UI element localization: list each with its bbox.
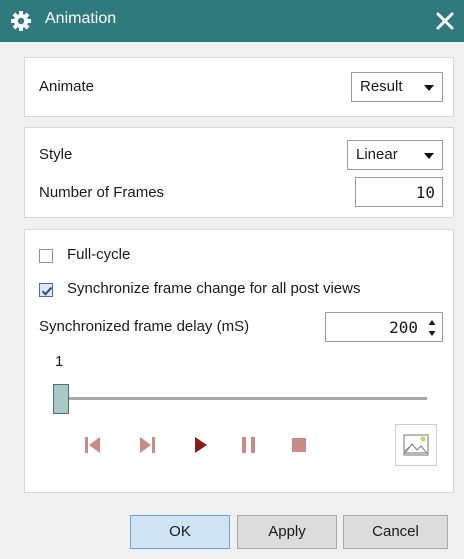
spin-arrows-icon[interactable] (428, 319, 436, 337)
frames-input[interactable]: 10 (355, 177, 443, 207)
delay-label: Synchronized frame delay (mS) (39, 318, 250, 335)
play-icon[interactable] (191, 434, 211, 456)
frames-input-value: 10 (415, 183, 435, 202)
gear-icon (11, 11, 31, 31)
close-icon[interactable] (432, 8, 458, 34)
next-frame-icon[interactable] (137, 434, 157, 456)
style-label: Style (39, 146, 73, 163)
stop-icon[interactable] (289, 434, 309, 456)
style-select-value: Linear (356, 146, 398, 163)
dialog-titlebar: Animation (0, 0, 464, 42)
full-cycle-checkbox[interactable] (39, 249, 53, 263)
chevron-down-icon (424, 85, 434, 91)
ok-button[interactable]: OK (130, 515, 230, 549)
first-frame-icon[interactable] (83, 434, 103, 456)
frame-slider-thumb[interactable] (53, 384, 69, 414)
apply-button[interactable]: Apply (237, 515, 337, 549)
animate-select[interactable]: Result (351, 72, 443, 102)
frame-slider-track[interactable] (63, 397, 427, 400)
style-panel: Style Linear Number of Frames 10 (24, 127, 454, 218)
playback-panel: Full-cycle Synchronize frame change for … (24, 229, 454, 493)
full-cycle-label: Full-cycle (67, 246, 131, 263)
delay-spinner[interactable]: 200 (325, 312, 443, 342)
delay-value: 200 (389, 318, 418, 337)
pause-icon[interactable] (239, 434, 259, 456)
capture-image-button[interactable] (395, 424, 437, 466)
cancel-button[interactable]: Cancel (343, 515, 448, 549)
chevron-down-icon (424, 153, 434, 159)
animate-label: Animate (39, 78, 95, 95)
checkmark-icon (41, 286, 53, 296)
frame-number-label: 1 (55, 353, 64, 370)
sync-checkbox[interactable] (39, 283, 53, 297)
frames-label: Number of Frames (39, 184, 165, 201)
style-select[interactable]: Linear (347, 140, 443, 170)
animate-panel: Animate Result (24, 57, 454, 117)
dialog-title: Animation (45, 10, 117, 27)
image-icon (403, 434, 429, 456)
animate-select-value: Result (360, 78, 403, 95)
sync-label: Synchronize frame change for all post vi… (67, 280, 361, 297)
